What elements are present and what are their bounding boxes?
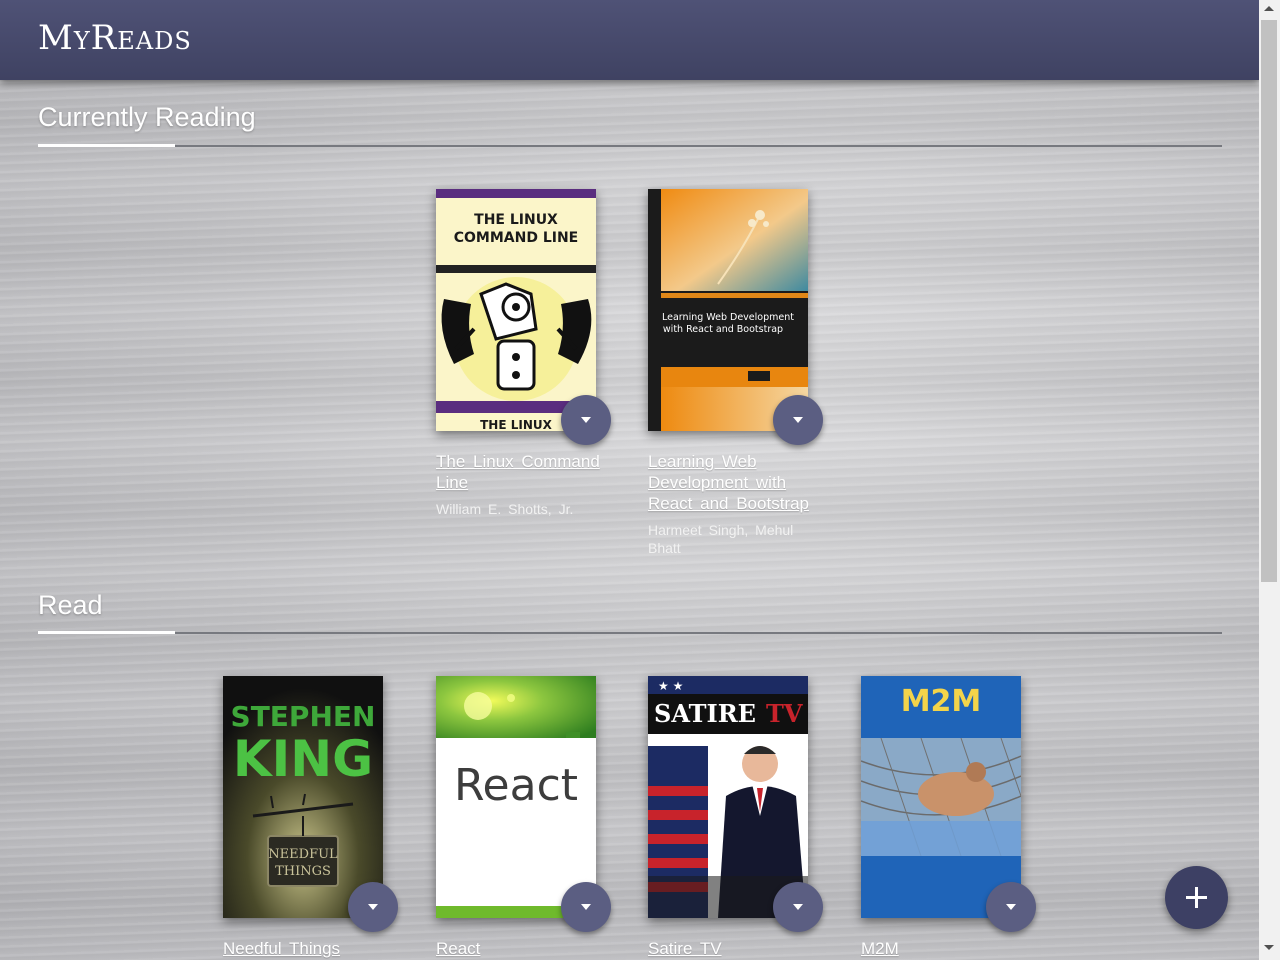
app-header: MyReads bbox=[0, 0, 1259, 80]
shelf-divider bbox=[38, 145, 1222, 147]
svg-text:THE LINUX: THE LINUX bbox=[480, 418, 553, 431]
svg-text:with React and Bootstrap: with React and Bootstrap bbox=[663, 324, 783, 335]
book-title[interactable]: M2M bbox=[861, 938, 1036, 959]
book-authors: William E. Shotts, Jr. bbox=[436, 501, 574, 517]
svg-text:SATIRE: SATIRE bbox=[654, 699, 756, 728]
book-cover[interactable]: M2M bbox=[861, 676, 1021, 918]
shelf-changer-button[interactable] bbox=[348, 882, 398, 932]
book-cover[interactable]: ★ ★ SATIRE TV bbox=[648, 676, 808, 918]
book-title[interactable]: Needful Things bbox=[223, 938, 398, 959]
cover-art-react: React bbox=[436, 676, 596, 918]
svg-text:STEPHEN: STEPHEN bbox=[231, 700, 376, 733]
scroll-up-arrow-icon[interactable] bbox=[1264, 6, 1274, 11]
book-title[interactable]: Learning Web Development with React and … bbox=[648, 451, 823, 514]
shelf-changer-button[interactable] bbox=[773, 882, 823, 932]
book-title[interactable]: Satire TV bbox=[648, 938, 823, 959]
add-book-button[interactable] bbox=[1165, 866, 1228, 929]
cover-art-satire-tv: ★ ★ SATIRE TV bbox=[648, 676, 808, 918]
book-authors: Harmeet Singh, Mehul Bhatt bbox=[648, 522, 794, 556]
bookshelf-page: MyReads Currently Reading THE LINUX COMM… bbox=[0, 0, 1259, 960]
shelf-divider bbox=[38, 632, 1222, 634]
shelf-changer-button[interactable] bbox=[986, 882, 1036, 932]
svg-text:THINGS: THINGS bbox=[275, 864, 331, 879]
shelf-changer-button[interactable] bbox=[561, 882, 611, 932]
scroll-down-arrow-icon[interactable] bbox=[1264, 945, 1274, 950]
svg-text:KING: KING bbox=[233, 730, 373, 788]
caret-down-icon bbox=[581, 417, 591, 423]
caret-down-icon bbox=[1006, 904, 1016, 910]
scrollbar-thumb[interactable] bbox=[1261, 20, 1277, 582]
book-cover[interactable]: React bbox=[436, 676, 596, 918]
shelf-changer-button[interactable] bbox=[561, 395, 611, 445]
book-cover[interactable]: STEPHEN KING NEEDFUL THINGS bbox=[223, 676, 383, 918]
caret-down-icon bbox=[368, 904, 378, 910]
shelf-title-read: Read bbox=[38, 590, 103, 620]
svg-text:React: React bbox=[454, 760, 578, 811]
shelf-changer-button[interactable] bbox=[773, 395, 823, 445]
vertical-scrollbar[interactable] bbox=[1259, 0, 1280, 960]
svg-text:THE LINUX: THE LINUX bbox=[474, 212, 558, 228]
caret-down-icon bbox=[793, 904, 803, 910]
svg-text:TV: TV bbox=[766, 699, 803, 728]
caret-down-icon bbox=[793, 417, 803, 423]
app-title: MyReads bbox=[38, 18, 192, 58]
shelf-title-underline bbox=[38, 631, 175, 634]
book-title[interactable]: React bbox=[436, 938, 611, 959]
cover-art-learning-web-development: Learning Web Development with React and … bbox=[648, 189, 808, 431]
caret-down-icon bbox=[581, 904, 591, 910]
shelf-title-underline bbox=[38, 144, 175, 147]
book-cover[interactable]: Learning Web Development with React and … bbox=[648, 189, 808, 431]
cover-art-m2m: M2M bbox=[861, 676, 1021, 918]
svg-text:NEEDFUL: NEEDFUL bbox=[268, 847, 338, 862]
shelf-title-currently-reading: Currently Reading bbox=[38, 102, 256, 132]
svg-text:M2M: M2M bbox=[901, 684, 982, 719]
svg-text:Learning Web Development: Learning Web Development bbox=[662, 312, 794, 323]
cover-art-needful-things: STEPHEN KING NEEDFUL THINGS bbox=[223, 676, 383, 918]
svg-text:COMMAND LINE: COMMAND LINE bbox=[454, 230, 579, 246]
book-cover[interactable]: THE LINUX COMMAND LINE THE LINUX bbox=[436, 189, 596, 431]
cover-art-linux-command-line: THE LINUX COMMAND LINE THE LINUX bbox=[436, 189, 596, 431]
svg-text:★ ★: ★ ★ bbox=[658, 679, 683, 693]
book-title[interactable]: The Linux Command Line bbox=[436, 451, 611, 493]
